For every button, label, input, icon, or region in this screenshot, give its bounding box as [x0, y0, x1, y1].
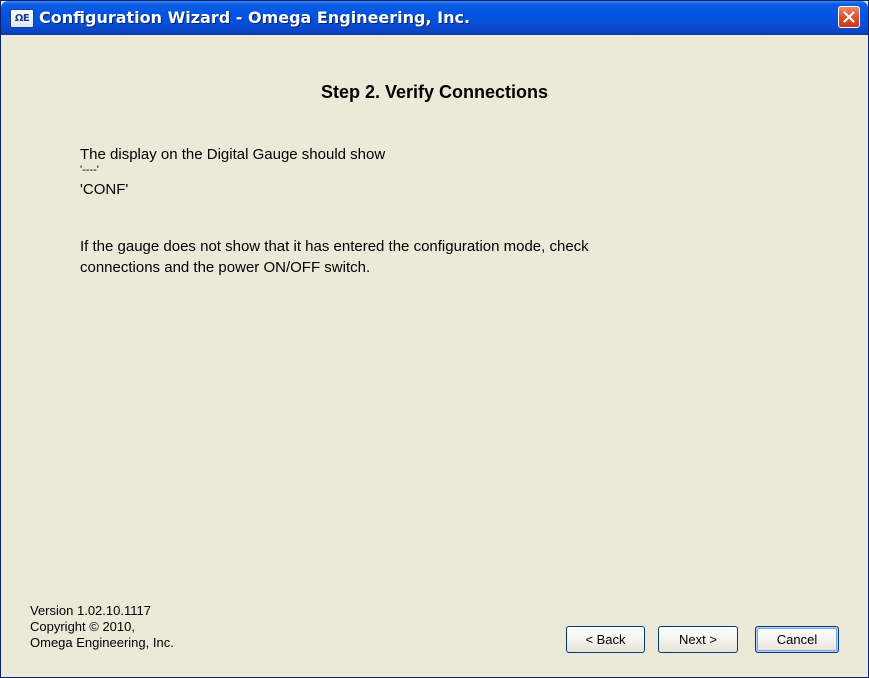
- troubleshoot-line-1: If the gauge does not show that it has e…: [80, 238, 589, 255]
- title-bar[interactable]: ΩE Configuration Wizard - Omega Engineer…: [1, 1, 868, 35]
- troubleshoot-line-2: connections and the power ON/OFF switch.: [80, 259, 371, 276]
- omega-app-icon: ΩE: [10, 9, 34, 28]
- version-label: Version 1.02.10.1117: [30, 603, 151, 618]
- next-button[interactable]: Next >: [658, 626, 738, 653]
- window-title: Configuration Wizard - Omega Engineering…: [39, 8, 471, 27]
- instruction-line: The display on the Digital Gauge should …: [80, 146, 386, 163]
- cancel-button[interactable]: Cancel: [755, 626, 839, 653]
- display-conf-text: 'CONF': [80, 181, 129, 198]
- configuration-wizard-window: ΩE Configuration Wizard - Omega Engineer…: [0, 0, 869, 678]
- copyright-label: Copyright © 2010,: [30, 619, 135, 634]
- close-icon: [843, 11, 855, 23]
- step-title: Step 2. Verify Connections: [320, 82, 549, 102]
- back-button[interactable]: < Back: [566, 626, 645, 653]
- display-dashes-text: '----': [80, 164, 99, 176]
- company-label: Omega Engineering, Inc.: [30, 635, 174, 650]
- close-button[interactable]: [838, 6, 860, 28]
